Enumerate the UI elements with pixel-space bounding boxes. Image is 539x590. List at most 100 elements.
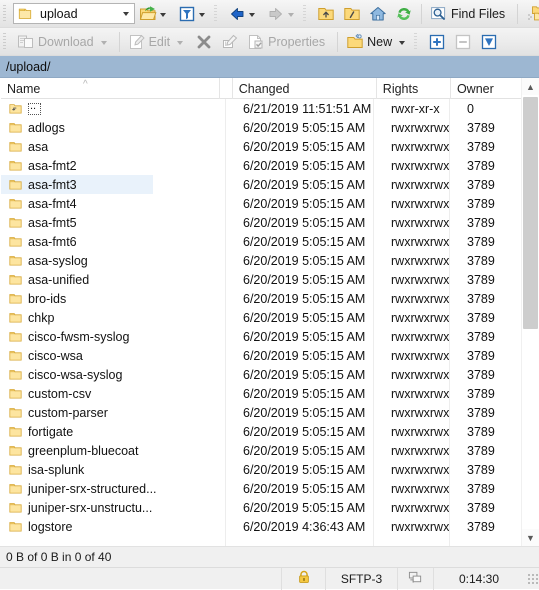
file-name-cell[interactable]: greenplum-bluecoat — [1, 441, 225, 460]
table-row[interactable]: asa 6/20/2019 5:05:15 AM rwxrwxrwx 3789 — [1, 137, 539, 156]
column-header-size[interactable] — [220, 78, 233, 99]
remote-path-bar[interactable]: /upload/ — [0, 56, 539, 78]
table-row[interactable]: adlogs 6/20/2019 5:05:15 AM rwxrwxrwx 3789 — [1, 118, 539, 137]
file-name-cell[interactable]: logstore — [1, 517, 225, 536]
chevron-down-icon[interactable] — [199, 12, 205, 17]
file-name-cell[interactable]: asa-fmt6 — [1, 232, 225, 251]
open-directory-button[interactable] — [135, 1, 174, 27]
table-row[interactable]: isa-splunk 6/20/2019 5:05:15 AM rwxrwxrwx 3… — [1, 460, 539, 479]
toolbar-grip-dirs[interactable] — [303, 4, 310, 23]
table-row[interactable]: bro-ids 6/20/2019 5:05:15 AM rwxrwxrwx 3789 — [1, 289, 539, 308]
remote-directory-combo[interactable]: upload — [13, 3, 135, 24]
root-directory-button[interactable] — [339, 1, 365, 27]
file-name-cell[interactable]: custom-parser — [1, 403, 225, 422]
chevron-down-icon[interactable] — [249, 12, 255, 17]
scrollbar-thumb[interactable] — [523, 97, 538, 329]
file-name-cell[interactable]: juniper-srx-unstructu... — [1, 498, 225, 517]
resize-grip[interactable] — [527, 572, 539, 585]
table-row[interactable]: asa-fmt5 6/20/2019 5:05:15 AM rwxrwxrwx 378… — [1, 213, 539, 232]
toolbar-grip-nav[interactable] — [214, 4, 221, 23]
file-changed-cell: 6/20/2019 5:05:15 AM — [243, 424, 366, 439]
column-header-changed[interactable]: Changed — [233, 78, 377, 99]
file-name-cell[interactable]: bro-ids — [1, 289, 225, 308]
table-row[interactable]: cisco-wsa-syslog 6/20/2019 5:05:15 AM rwxr… — [1, 365, 539, 384]
copy-path-button[interactable] — [522, 1, 539, 27]
file-name-cell[interactable]: asa-fmt2 — [1, 156, 225, 175]
file-name-cell[interactable]: asa — [1, 137, 225, 156]
scroll-up-button[interactable]: ▲ — [522, 78, 539, 95]
chevron-down-icon[interactable] — [177, 40, 184, 45]
table-row[interactable]: logstore 6/20/2019 4:36:43 AM rwxrwxrwx 378… — [1, 517, 539, 536]
invert-selection-button[interactable] — [476, 29, 502, 55]
chevron-down-icon[interactable] — [160, 12, 166, 17]
chevron-down-icon[interactable] — [118, 4, 134, 23]
file-name-cell[interactable]: juniper-srx-structured... — [1, 479, 225, 498]
table-row[interactable]: cisco-wsa 6/20/2019 5:05:15 AM rwxrwxrwx 37… — [1, 346, 539, 365]
table-row[interactable]: 6/21/2019 11:51:51 AMrwxr-xr-x0 — [1, 99, 539, 118]
file-changed-cell: 6/20/2019 5:05:15 AM — [243, 329, 366, 344]
delete-button[interactable] — [191, 29, 217, 55]
chevron-down-icon[interactable] — [100, 40, 107, 45]
table-row[interactable]: asa-fmt4 6/20/2019 5:05:15 AM rwxrwxrwx 378… — [1, 194, 539, 213]
find-files-button[interactable]: Find Files — [426, 1, 513, 27]
filter-button[interactable] — [174, 1, 213, 27]
new-button[interactable]: New — [342, 29, 413, 55]
file-name-cell[interactable]: asa-syslog — [1, 251, 225, 270]
chevron-down-icon[interactable] — [399, 40, 406, 45]
protocol-cell[interactable]: SFTP-3 — [326, 567, 398, 590]
table-row[interactable]: asa-syslog 6/20/2019 5:05:15 AM rwxrwxrwx 3… — [1, 251, 539, 270]
column-header-rights[interactable]: Rights — [377, 78, 451, 99]
session-icon-cell[interactable] — [398, 567, 434, 590]
unselect-files-button[interactable] — [450, 29, 476, 55]
table-row[interactable]: cisco-fwsm-syslog 6/20/2019 5:05:15 AM rwx… — [1, 327, 539, 346]
chevron-down-icon[interactable] — [288, 12, 294, 17]
table-row[interactable]: greenplum-bluecoat 6/20/2019 5:05:15 AM rw… — [1, 441, 539, 460]
scroll-down-button[interactable]: ▼ — [522, 529, 539, 546]
file-name-cell[interactable]: asa-fmt4 — [1, 194, 225, 213]
table-row[interactable]: custom-parser 6/20/2019 5:05:15 AM rwxrwxr… — [1, 403, 539, 422]
file-name-cell[interactable]: adlogs — [1, 118, 225, 137]
table-row[interactable]: asa-fmt3 6/20/2019 5:05:15 AM rwxrwxrwx 378… — [1, 175, 539, 194]
home-directory-button[interactable] — [365, 1, 391, 27]
file-name-cell[interactable] — [1, 99, 225, 118]
file-changed-cell: 6/20/2019 5:05:15 AM — [243, 291, 366, 306]
toolbar-grip-actions[interactable] — [3, 32, 10, 51]
toolbar-grip[interactable] — [3, 4, 10, 23]
parent-directory-button[interactable] — [313, 1, 339, 27]
rename-icon: I — [221, 33, 239, 51]
refresh-button[interactable] — [391, 1, 417, 27]
file-list-rows[interactable]: 6/21/2019 11:51:51 AMrwxr-xr-x0 adlogs 6/2… — [1, 99, 539, 546]
table-row[interactable]: fortigate 6/20/2019 5:05:15 AM rwxrwxrwx 37… — [1, 422, 539, 441]
file-name-cell[interactable]: asa-fmt5 — [1, 213, 225, 232]
file-name-cell[interactable]: custom-csv — [1, 384, 225, 403]
file-name-cell[interactable]: asa-unified — [1, 270, 225, 289]
column-header-owner[interactable]: Owner — [451, 78, 519, 99]
select-files-button[interactable] — [424, 29, 450, 55]
file-name-cell[interactable]: cisco-fwsm-syslog — [1, 327, 225, 346]
file-name-cell[interactable]: cisco-wsa-syslog — [1, 365, 225, 384]
table-row[interactable]: chkp 6/20/2019 5:05:15 AM rwxrwxrwx 3789 — [1, 308, 539, 327]
table-row[interactable]: asa-unified 6/20/2019 5:05:15 AM rwxrwxrwx… — [1, 270, 539, 289]
column-header-name[interactable]: Name ^ — [1, 78, 220, 99]
table-row[interactable]: asa-fmt6 6/20/2019 5:05:15 AM rwxrwxrwx 378… — [1, 232, 539, 251]
edit-button[interactable]: Edit — [124, 29, 192, 55]
file-name-cell[interactable]: asa-fmt3 — [1, 175, 153, 194]
properties-button[interactable]: Properties — [243, 29, 333, 55]
secure-connection-cell[interactable] — [282, 567, 326, 590]
toolbar-grip-selection[interactable] — [414, 32, 422, 51]
file-name-label: adlogs — [28, 120, 65, 135]
vertical-scrollbar[interactable]: ▲ ▼ — [521, 78, 539, 546]
file-name-cell[interactable]: chkp — [1, 308, 225, 327]
table-row[interactable]: asa-fmt2 6/20/2019 5:05:15 AM rwxrwxrwx 378… — [1, 156, 539, 175]
file-name-cell[interactable]: cisco-wsa — [1, 346, 225, 365]
table-row[interactable]: custom-csv 6/20/2019 5:05:15 AM rwxrwxrwx 3… — [1, 384, 539, 403]
file-name-cell[interactable]: fortigate — [1, 422, 225, 441]
rename-button[interactable]: I — [217, 29, 243, 55]
back-button[interactable] — [224, 1, 263, 27]
table-row[interactable]: juniper-srx-unstructu... 6/20/2019 5:05:1… — [1, 498, 539, 517]
download-button[interactable]: Download — [13, 29, 115, 55]
forward-button[interactable] — [263, 1, 302, 27]
file-name-cell[interactable]: isa-splunk — [1, 460, 225, 479]
table-row[interactable]: juniper-srx-structured... 6/20/2019 5:05:… — [1, 479, 539, 498]
arrow-right-icon — [267, 5, 285, 23]
